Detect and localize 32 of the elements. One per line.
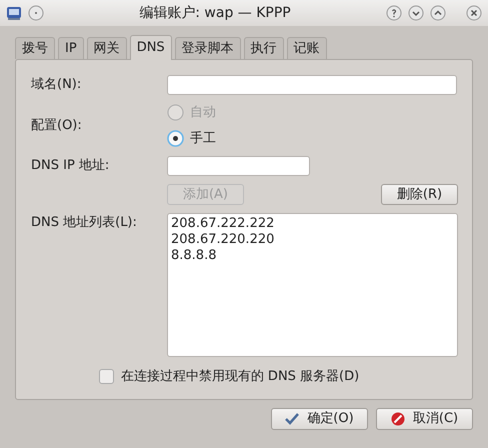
tab[interactable]: 执行	[244, 37, 284, 59]
domain-field[interactable]	[167, 75, 457, 95]
close-icon[interactable]	[466, 5, 482, 21]
help-icon[interactable]	[386, 5, 402, 21]
radio-button[interactable]	[167, 130, 184, 147]
app-icon	[6, 5, 22, 21]
list-item[interactable]: 8.8.8.8	[171, 248, 454, 264]
maximize-icon[interactable]	[430, 5, 446, 21]
cancel-button[interactable]: 取消(C)	[376, 408, 473, 430]
dns-list-label: DNS 地址列表(L):	[31, 214, 138, 232]
radio-label: 自动	[190, 104, 216, 122]
tab[interactable]: 登录脚本	[174, 37, 241, 59]
window-title: 编辑账户: wap — KPPP	[138, 4, 292, 22]
list-item[interactable]: 208.67.220.220	[171, 232, 454, 248]
cancel-icon	[390, 412, 405, 426]
tab[interactable]: 拨号	[15, 37, 55, 59]
dns-ip-label: DNS IP 地址:	[31, 157, 110, 176]
dns-ip-field[interactable]	[167, 156, 310, 176]
list-item[interactable]: 208.67.222.222	[171, 216, 454, 232]
checkmark-icon	[285, 413, 300, 425]
tab[interactable]: 记账	[286, 37, 327, 59]
checkbox-label: 在连接过程中禁用现有的 DNS 服务器(D)	[120, 368, 360, 386]
tab[interactable]: IP	[58, 37, 84, 59]
tab[interactable]: 网关	[86, 37, 127, 59]
checkbox[interactable]	[98, 369, 114, 384]
remove-button[interactable]: 删除(R)	[381, 184, 458, 205]
tab[interactable]: DNS	[130, 35, 172, 60]
ok-button[interactable]: 确定(O)	[271, 408, 368, 430]
radio-label: 手工	[190, 130, 216, 148]
config-label: 配置(O):	[31, 116, 83, 135]
domain-label: 域名(N):	[31, 76, 82, 94]
minimize-icon[interactable]	[408, 5, 424, 21]
